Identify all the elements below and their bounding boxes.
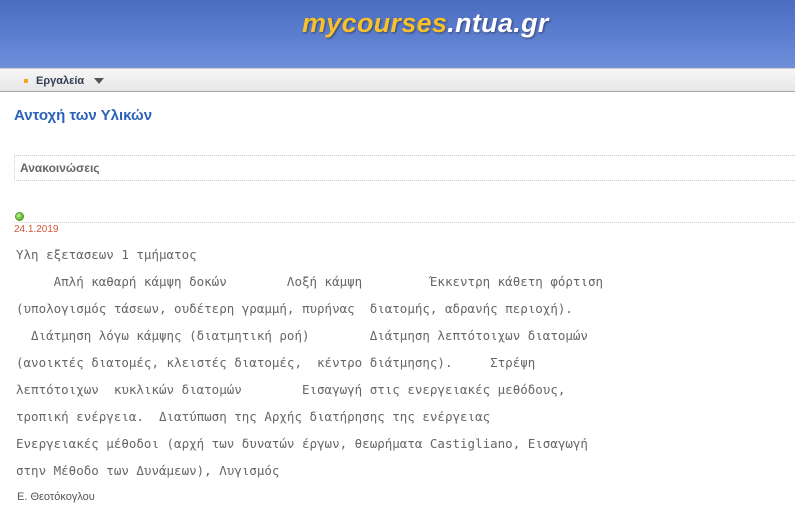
announcement-line: (υπολογισμός τάσεων, ουδέτερη γραμμή, πυ… (16, 301, 573, 316)
announcement-line: Υλη εξετασεων 1 τμήματος (16, 247, 197, 262)
announcement-line: Απλή καθαρή κάμψη δοκών Λοξή κάμψη Έκκεν… (16, 274, 603, 289)
logo-part-mycourses: mycourses (302, 8, 448, 38)
site-logo[interactable]: mycourses.ntua.gr (302, 8, 549, 39)
site-header: mycourses.ntua.gr (0, 0, 795, 68)
chevron-down-icon (94, 78, 105, 84)
announcement-line: Ενεργειακές μέθοδοι (αρχή των δυνατών έρ… (16, 436, 588, 451)
announcement-line: στην Μέθοδο των Δυνάμεων), Λυγισμός (16, 463, 280, 478)
logo-part-domain: .ntua.gr (447, 8, 549, 38)
toolbar: Εργαλεία (0, 68, 795, 92)
announcement-line: λεπτότοιχων κυκλικών διατομών Εισαγωγή σ… (16, 382, 566, 397)
announcement-author: Ε. Θεοτόκογλου (17, 491, 95, 503)
announcement-date: 24.1.2019 (14, 224, 59, 235)
tools-menu-label: Εργαλεία (36, 75, 85, 87)
status-dot-icon (15, 212, 24, 221)
announcement-line: Διάτμηση λόγω κάμψης (διατμητική ροή) Δι… (16, 328, 588, 343)
tools-menu-button[interactable]: Εργαλεία (24, 74, 105, 88)
announcement-divider (14, 222, 795, 223)
announcement-line: τροπική ενέργεια. Διατύπωση της Αρχής δι… (16, 409, 491, 424)
course-title[interactable]: Αντοχή των Υλικών (14, 107, 152, 124)
bullet-icon (24, 79, 28, 83)
announcements-section-header: Ανακοινώσεις (14, 155, 795, 181)
section-title: Ανακοινώσεις (20, 161, 100, 175)
announcement-body: Υλη εξετασεων 1 τμήματος Απλή καθαρή κάμ… (16, 246, 795, 489)
announcement-line: (ανοικτές διατομές, κλειστές διατομές, κ… (16, 355, 536, 370)
